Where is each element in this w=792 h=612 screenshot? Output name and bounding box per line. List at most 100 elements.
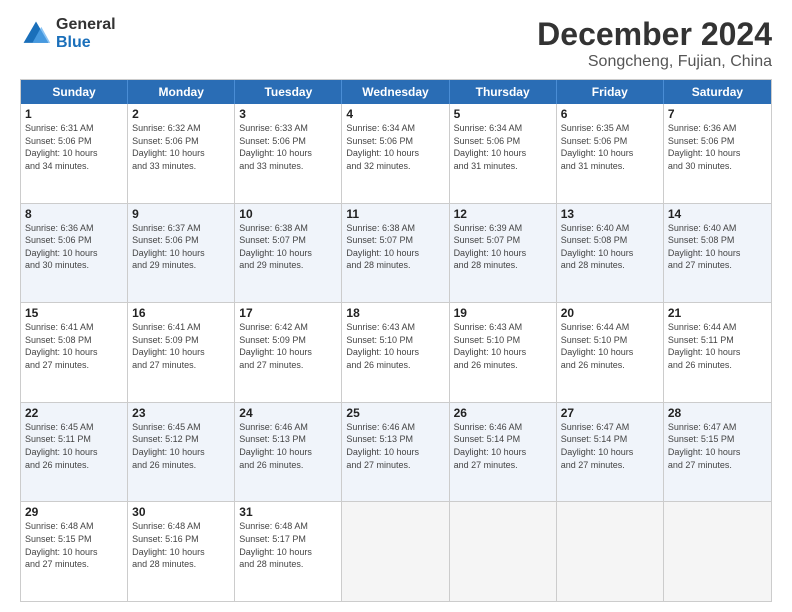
- day-cell-1: 1Sunrise: 6:31 AMSunset: 5:06 PMDaylight…: [21, 104, 128, 203]
- day-cell-24: 24Sunrise: 6:46 AMSunset: 5:13 PMDayligh…: [235, 403, 342, 502]
- cell-text: Sunrise: 6:46 AMSunset: 5:13 PMDaylight:…: [346, 421, 444, 471]
- day-number: 25: [346, 406, 444, 420]
- cell-text: Sunrise: 6:41 AMSunset: 5:08 PMDaylight:…: [25, 321, 123, 371]
- cell-text: Sunrise: 6:36 AMSunset: 5:06 PMDaylight:…: [25, 222, 123, 272]
- day-number: 26: [454, 406, 552, 420]
- weekday-header-friday: Friday: [557, 80, 664, 104]
- day-cell-17: 17Sunrise: 6:42 AMSunset: 5:09 PMDayligh…: [235, 303, 342, 402]
- day-number: 16: [132, 306, 230, 320]
- day-number: 17: [239, 306, 337, 320]
- logo-icon: [20, 18, 52, 50]
- day-number: 14: [668, 207, 767, 221]
- cell-text: Sunrise: 6:35 AMSunset: 5:06 PMDaylight:…: [561, 122, 659, 172]
- day-number: 31: [239, 505, 337, 519]
- empty-cell: [557, 502, 664, 601]
- cell-text: Sunrise: 6:34 AMSunset: 5:06 PMDaylight:…: [346, 122, 444, 172]
- day-number: 11: [346, 207, 444, 221]
- cell-text: Sunrise: 6:37 AMSunset: 5:06 PMDaylight:…: [132, 222, 230, 272]
- day-cell-14: 14Sunrise: 6:40 AMSunset: 5:08 PMDayligh…: [664, 204, 771, 303]
- day-number: 5: [454, 107, 552, 121]
- day-cell-27: 27Sunrise: 6:47 AMSunset: 5:14 PMDayligh…: [557, 403, 664, 502]
- cell-text: Sunrise: 6:31 AMSunset: 5:06 PMDaylight:…: [25, 122, 123, 172]
- day-cell-5: 5Sunrise: 6:34 AMSunset: 5:06 PMDaylight…: [450, 104, 557, 203]
- cell-text: Sunrise: 6:44 AMSunset: 5:11 PMDaylight:…: [668, 321, 767, 371]
- cell-text: Sunrise: 6:34 AMSunset: 5:06 PMDaylight:…: [454, 122, 552, 172]
- cell-text: Sunrise: 6:44 AMSunset: 5:10 PMDaylight:…: [561, 321, 659, 371]
- day-number: 20: [561, 306, 659, 320]
- day-number: 7: [668, 107, 767, 121]
- day-number: 8: [25, 207, 123, 221]
- day-number: 29: [25, 505, 123, 519]
- cell-text: Sunrise: 6:47 AMSunset: 5:14 PMDaylight:…: [561, 421, 659, 471]
- day-cell-19: 19Sunrise: 6:43 AMSunset: 5:10 PMDayligh…: [450, 303, 557, 402]
- calendar-row-4: 29Sunrise: 6:48 AMSunset: 5:15 PMDayligh…: [21, 501, 771, 601]
- day-cell-29: 29Sunrise: 6:48 AMSunset: 5:15 PMDayligh…: [21, 502, 128, 601]
- cell-text: Sunrise: 6:45 AMSunset: 5:12 PMDaylight:…: [132, 421, 230, 471]
- day-number: 28: [668, 406, 767, 420]
- day-number: 9: [132, 207, 230, 221]
- day-cell-12: 12Sunrise: 6:39 AMSunset: 5:07 PMDayligh…: [450, 204, 557, 303]
- cell-text: Sunrise: 6:43 AMSunset: 5:10 PMDaylight:…: [346, 321, 444, 371]
- cell-text: Sunrise: 6:41 AMSunset: 5:09 PMDaylight:…: [132, 321, 230, 371]
- empty-cell: [342, 502, 449, 601]
- day-number: 3: [239, 107, 337, 121]
- cell-text: Sunrise: 6:48 AMSunset: 5:15 PMDaylight:…: [25, 520, 123, 570]
- logo-general-text: General: [56, 16, 116, 34]
- cell-text: Sunrise: 6:48 AMSunset: 5:17 PMDaylight:…: [239, 520, 337, 570]
- day-cell-31: 31Sunrise: 6:48 AMSunset: 5:17 PMDayligh…: [235, 502, 342, 601]
- cell-text: Sunrise: 6:40 AMSunset: 5:08 PMDaylight:…: [668, 222, 767, 272]
- day-cell-3: 3Sunrise: 6:33 AMSunset: 5:06 PMDaylight…: [235, 104, 342, 203]
- day-cell-21: 21Sunrise: 6:44 AMSunset: 5:11 PMDayligh…: [664, 303, 771, 402]
- day-cell-2: 2Sunrise: 6:32 AMSunset: 5:06 PMDaylight…: [128, 104, 235, 203]
- cell-text: Sunrise: 6:47 AMSunset: 5:15 PMDaylight:…: [668, 421, 767, 471]
- cell-text: Sunrise: 6:33 AMSunset: 5:06 PMDaylight:…: [239, 122, 337, 172]
- weekday-header-saturday: Saturday: [664, 80, 771, 104]
- calendar-row-3: 22Sunrise: 6:45 AMSunset: 5:11 PMDayligh…: [21, 402, 771, 502]
- cell-text: Sunrise: 6:48 AMSunset: 5:16 PMDaylight:…: [132, 520, 230, 570]
- day-cell-23: 23Sunrise: 6:45 AMSunset: 5:12 PMDayligh…: [128, 403, 235, 502]
- day-cell-15: 15Sunrise: 6:41 AMSunset: 5:08 PMDayligh…: [21, 303, 128, 402]
- weekday-header-wednesday: Wednesday: [342, 80, 449, 104]
- header: General Blue December 2024 Songcheng, Fu…: [20, 16, 772, 71]
- day-number: 4: [346, 107, 444, 121]
- cell-text: Sunrise: 6:40 AMSunset: 5:08 PMDaylight:…: [561, 222, 659, 272]
- day-cell-18: 18Sunrise: 6:43 AMSunset: 5:10 PMDayligh…: [342, 303, 449, 402]
- cell-text: Sunrise: 6:38 AMSunset: 5:07 PMDaylight:…: [239, 222, 337, 272]
- page: General Blue December 2024 Songcheng, Fu…: [0, 0, 792, 612]
- cell-text: Sunrise: 6:38 AMSunset: 5:07 PMDaylight:…: [346, 222, 444, 272]
- empty-cell: [664, 502, 771, 601]
- day-cell-30: 30Sunrise: 6:48 AMSunset: 5:16 PMDayligh…: [128, 502, 235, 601]
- day-number: 15: [25, 306, 123, 320]
- cell-text: Sunrise: 6:46 AMSunset: 5:13 PMDaylight:…: [239, 421, 337, 471]
- day-cell-22: 22Sunrise: 6:45 AMSunset: 5:11 PMDayligh…: [21, 403, 128, 502]
- day-number: 2: [132, 107, 230, 121]
- day-cell-8: 8Sunrise: 6:36 AMSunset: 5:06 PMDaylight…: [21, 204, 128, 303]
- weekday-header-thursday: Thursday: [450, 80, 557, 104]
- day-cell-26: 26Sunrise: 6:46 AMSunset: 5:14 PMDayligh…: [450, 403, 557, 502]
- day-number: 19: [454, 306, 552, 320]
- logo: General Blue: [20, 16, 116, 51]
- day-number: 22: [25, 406, 123, 420]
- logo-text: General Blue: [56, 16, 116, 51]
- calendar-row-2: 15Sunrise: 6:41 AMSunset: 5:08 PMDayligh…: [21, 302, 771, 402]
- day-number: 27: [561, 406, 659, 420]
- day-cell-4: 4Sunrise: 6:34 AMSunset: 5:06 PMDaylight…: [342, 104, 449, 203]
- day-number: 21: [668, 306, 767, 320]
- calendar-subtitle: Songcheng, Fujian, China: [537, 53, 772, 71]
- weekday-header-sunday: Sunday: [21, 80, 128, 104]
- day-cell-10: 10Sunrise: 6:38 AMSunset: 5:07 PMDayligh…: [235, 204, 342, 303]
- cell-text: Sunrise: 6:36 AMSunset: 5:06 PMDaylight:…: [668, 122, 767, 172]
- calendar-row-0: 1Sunrise: 6:31 AMSunset: 5:06 PMDaylight…: [21, 104, 771, 203]
- day-number: 12: [454, 207, 552, 221]
- day-number: 10: [239, 207, 337, 221]
- calendar-body: 1Sunrise: 6:31 AMSunset: 5:06 PMDaylight…: [21, 104, 771, 601]
- calendar-row-1: 8Sunrise: 6:36 AMSunset: 5:06 PMDaylight…: [21, 203, 771, 303]
- day-number: 30: [132, 505, 230, 519]
- cell-text: Sunrise: 6:39 AMSunset: 5:07 PMDaylight:…: [454, 222, 552, 272]
- cell-text: Sunrise: 6:32 AMSunset: 5:06 PMDaylight:…: [132, 122, 230, 172]
- day-cell-16: 16Sunrise: 6:41 AMSunset: 5:09 PMDayligh…: [128, 303, 235, 402]
- weekday-header-tuesday: Tuesday: [235, 80, 342, 104]
- day-number: 6: [561, 107, 659, 121]
- calendar: SundayMondayTuesdayWednesdayThursdayFrid…: [20, 79, 772, 602]
- calendar-title: December 2024: [537, 16, 772, 53]
